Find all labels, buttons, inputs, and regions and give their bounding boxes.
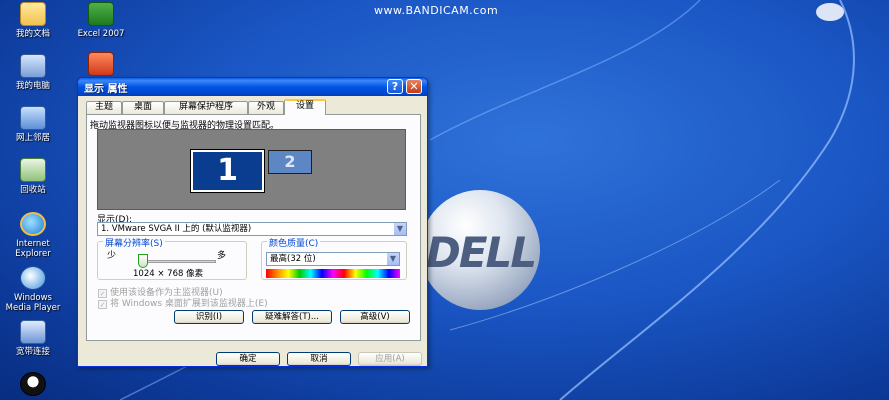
tab-settings[interactable]: 设置 [284,99,326,115]
display-properties-dialog: 显示 属性 ? ✕ 主题 桌面 屏幕保护程序 外观 设置 拖动监视器图标以便与监… [77,77,428,367]
desktop-icon-my-computer[interactable]: 我的电脑 [2,54,64,91]
desktop-icon-broadband[interactable]: 宽带连接 [2,320,64,357]
qq-penguin-icon [20,372,46,396]
dialog-titlebar[interactable]: 显示 属性 ? ✕ [78,78,427,96]
desktop-icon-label: 回收站 [20,185,46,195]
chevron-down-icon[interactable]: ▼ [386,253,399,265]
advanced-button[interactable]: 高级(V) [340,310,410,324]
network-icon [20,106,46,130]
resolution-slider-track[interactable] [138,260,216,263]
desktop-icon-internet-explorer[interactable]: Internet Explorer [2,212,64,259]
desktop-icon-label: 我的文档 [15,29,50,39]
desktop-icon-media-player[interactable]: Windows Media Player [2,266,64,313]
powerpoint-icon [88,52,114,76]
media-player-icon [20,266,46,290]
tab-label: 设置 [295,101,314,111]
tab-label: 桌面 [133,102,152,112]
dell-logo-text: DELL [426,228,537,277]
color-spectrum-bar [266,269,400,278]
internet-explorer-icon [20,212,46,236]
desktop-icon-excel[interactable]: Excel 2007 [70,2,132,39]
desktop-icon-label: 宽带连接 [15,347,50,357]
desktop-icon-qq[interactable] [2,372,64,399]
monitor-2[interactable]: 2 [268,150,312,174]
color-quality-group: 颜色质量(C) 最高(32 位) ▼ [261,236,407,280]
troubleshoot-button[interactable]: 疑难解答(T)... [252,310,332,324]
resolution-value: 1024 × 768 像素 [133,269,204,279]
checkbox-extend[interactable]: ✓ [98,300,107,309]
desktop-icon-label: 网上邻居 [15,133,50,143]
excel-icon [88,2,114,26]
chevron-down-icon[interactable]: ▼ [393,223,406,235]
monitor-number: 2 [284,152,296,171]
help-icon: ? [391,80,399,93]
tab-appearance[interactable]: 外观 [248,101,284,114]
desktop-icon-label: 我的电脑 [15,81,50,91]
display-dropdown[interactable]: 1. VMware SVGA II 上的 (默认监视器) ▼ [97,222,407,236]
ok-button[interactable]: 确定 [216,352,280,366]
broadband-connection-icon [20,320,46,344]
display-dropdown-value: 1. VMware SVGA II 上的 (默认监视器) [101,224,252,234]
dell-logo: DELL [420,190,540,310]
desktop-icon-label: Excel 2007 [77,29,125,39]
tab-desktop[interactable]: 桌面 [122,101,164,114]
tab-screensaver[interactable]: 屏幕保护程序 [164,101,248,114]
desktop-icon-label: Internet Explorer [15,239,51,259]
resolution-less-label: 少 [107,251,117,261]
tab-themes[interactable]: 主题 [86,101,122,114]
color-quality-value: 最高(32 位) [270,254,316,264]
screen-resolution-group: 屏幕分辨率(S) 少 多 1024 × 768 像素 [97,236,247,280]
desktop-icon-powerpoint[interactable] [70,52,132,79]
color-quality-dropdown[interactable]: 最高(32 位) ▼ [266,252,400,266]
tab-label: 主题 [94,102,113,112]
identify-button[interactable]: 识别(I) [174,310,244,324]
monitor-1[interactable]: 1 [191,150,264,192]
extend-desktop-checkbox-row[interactable]: ✓ 将 Windows 桌面扩展到该监视器上(E) [98,296,268,309]
monitor-number: 1 [217,153,238,188]
desktop-icon-label: Windows Media Player [5,293,61,313]
tab-label: 外观 [256,102,275,112]
resolution-slider-thumb[interactable] [138,254,148,268]
monitor-arrangement-area[interactable]: 1 2 [97,129,406,210]
color-quality-title: 颜色质量(C) [267,236,321,249]
close-icon: ✕ [409,80,419,93]
cancel-button[interactable]: 取消 [287,352,351,366]
recycle-bin-icon [20,158,46,182]
desktop-icon-network[interactable]: 网上邻居 [2,106,64,143]
bandicam-watermark: www.BANDICAM.com [374,4,499,17]
computer-icon [20,54,46,78]
desktop-icon-my-documents[interactable]: 我的文档 [2,2,64,39]
tab-label: 屏幕保护程序 [178,102,233,112]
close-button[interactable]: ✕ [406,79,422,94]
desktop-icon-recycle-bin[interactable]: 回收站 [2,158,64,195]
apply-button[interactable]: 应用(A) [358,352,422,366]
dialog-title: 显示 属性 [84,84,128,95]
checkbox-extend-label: 将 Windows 桌面扩展到该监视器上(E) [110,299,268,309]
folder-icon [20,2,46,26]
resolution-more-label: 多 [217,251,227,261]
help-button[interactable]: ? [387,79,403,94]
